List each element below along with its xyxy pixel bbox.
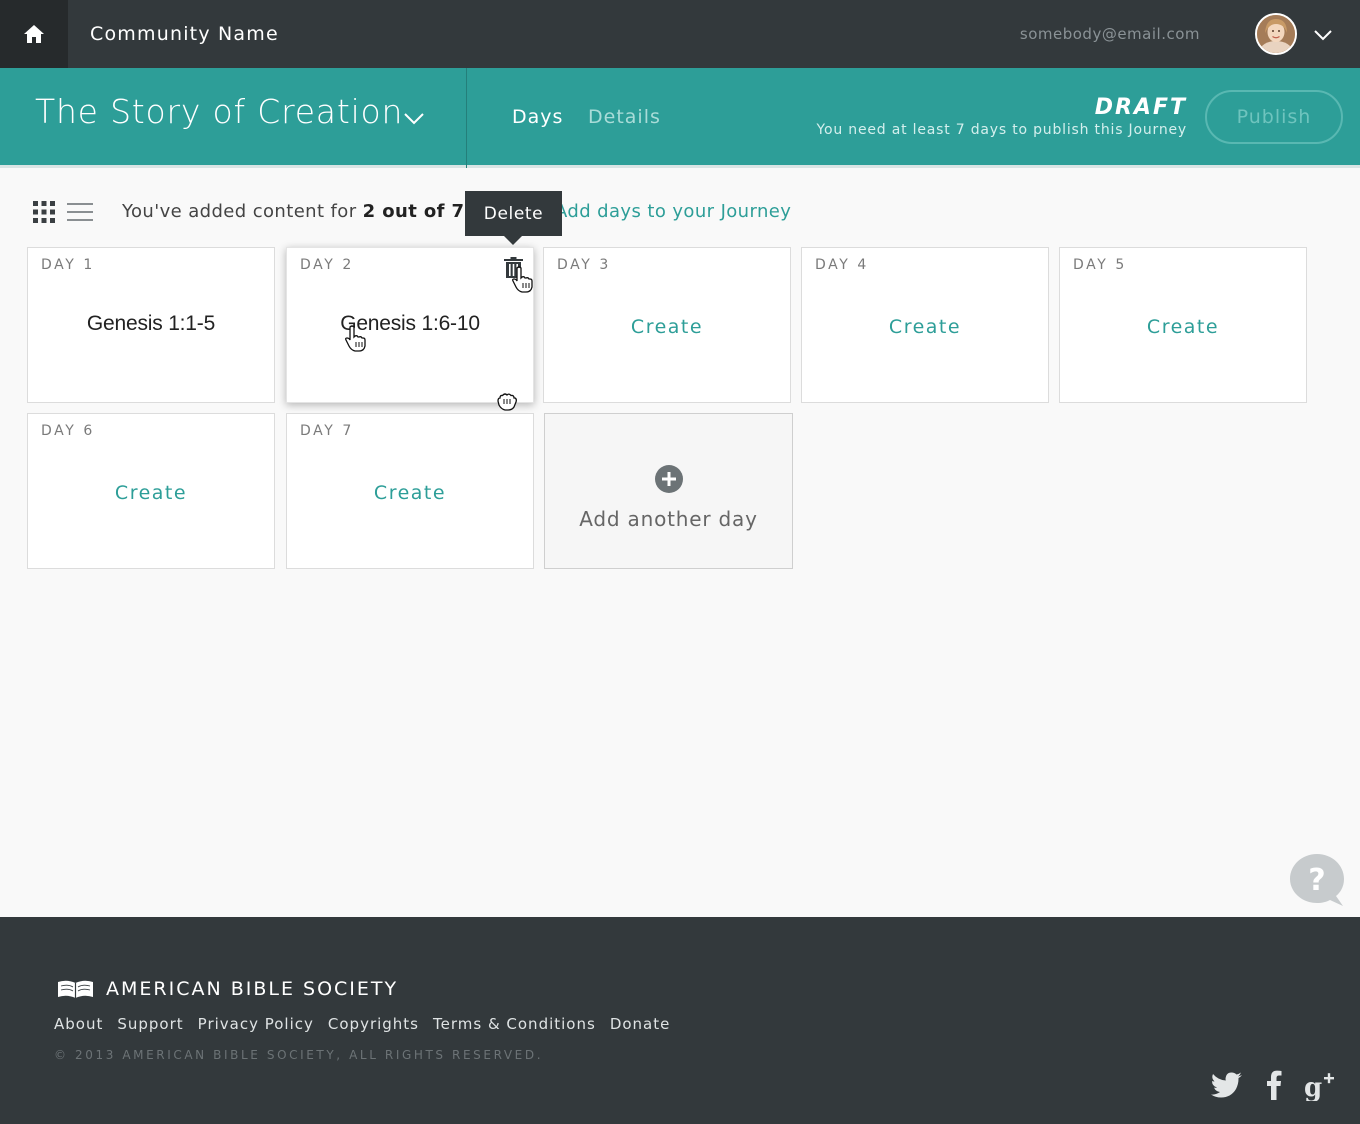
create-button[interactable]: Create [1060, 316, 1306, 338]
create-button[interactable]: Create [28, 482, 274, 504]
status-note: You need at least 7 days to publish this… [816, 122, 1187, 138]
day-label: DAY 2 [300, 257, 354, 273]
facebook-icon[interactable] [1266, 1069, 1282, 1101]
svg-text:g: g [1304, 1073, 1322, 1101]
top-bar: Community Name somebody@email.com [0, 0, 1360, 68]
google-plus-icon[interactable]: g [1304, 1069, 1336, 1101]
progress-prefix: You've added content for [122, 201, 363, 222]
publish-button[interactable]: Publish [1205, 90, 1343, 144]
day-content: Genesis 1:1-5 [86, 312, 216, 335]
day-label: DAY 7 [300, 423, 354, 439]
hand-cursor-icon [512, 266, 533, 293]
day-label: DAY 4 [815, 257, 869, 273]
day-label: DAY 1 [41, 257, 95, 273]
create-button[interactable]: Create [544, 316, 790, 338]
avatar-image [1257, 15, 1295, 53]
day-card-2[interactable]: DAY 2 Genesis 1:6-10 [286, 247, 534, 403]
help-icon[interactable]: ? [1288, 852, 1346, 908]
list-view-icon[interactable] [67, 203, 93, 221]
chevron-down-icon[interactable] [1312, 24, 1334, 46]
footer-link-support[interactable]: Support [117, 1015, 183, 1033]
add-another-day-card[interactable]: Add another day [544, 413, 793, 569]
delete-tooltip: Delete [465, 191, 562, 236]
progress-count: 2 out of 7 [362, 201, 465, 222]
footer-links: About Support Privacy Policy Copyrights … [54, 1015, 670, 1033]
hand-cursor-icon [345, 325, 366, 352]
plus-icon [655, 465, 683, 493]
grid-view-icon[interactable] [33, 201, 55, 223]
tab-details[interactable]: Details [588, 106, 661, 128]
footer-link-copyrights[interactable]: Copyrights [328, 1015, 419, 1033]
day-card-3[interactable]: DAY 3 Create [543, 247, 791, 403]
footer-link-donate[interactable]: Donate [610, 1015, 671, 1033]
tooltip-arrow [504, 236, 522, 245]
home-button[interactable] [0, 0, 68, 68]
org-name: AMERICAN BIBLE SOCIETY [106, 978, 399, 1000]
day-card-7[interactable]: DAY 7 Create [286, 413, 534, 569]
svg-text:?: ? [1308, 863, 1325, 898]
add-another-day-label: Add another day [579, 507, 758, 531]
community-name[interactable]: Community Name [90, 0, 279, 68]
footer-link-terms[interactable]: Terms & Conditions [433, 1015, 596, 1033]
day-label: DAY 6 [41, 423, 95, 439]
footer: AMERICAN BIBLE SOCIETY About Support Pri… [0, 917, 1360, 1124]
day-card-5[interactable]: DAY 5 Create [1059, 247, 1307, 403]
chevron-down-icon[interactable] [402, 106, 426, 130]
day-card-1[interactable]: DAY 1 Genesis 1:1-5 [27, 247, 275, 403]
add-days-link[interactable]: Add days to your Journey [555, 201, 791, 222]
copyright: © 2013 AMERICAN BIBLE SOCIETY, ALL RIGHT… [54, 1048, 544, 1062]
day-card-4[interactable]: DAY 4 Create [801, 247, 1049, 403]
tab-days[interactable]: Days [512, 106, 563, 128]
day-card-6[interactable]: DAY 6 Create [27, 413, 275, 569]
day-content: Genesis 1:6-10 [340, 312, 480, 335]
footer-link-about[interactable]: About [54, 1015, 103, 1033]
header-divider [466, 68, 467, 168]
progress-text: You've added content for 2 out of 7 [122, 201, 464, 222]
home-icon [24, 25, 44, 43]
journey-title[interactable]: The Story of Creation [35, 92, 403, 131]
user-email: somebody@email.com [1019, 25, 1200, 43]
twitter-icon[interactable] [1211, 1069, 1243, 1101]
day-label: DAY 3 [557, 257, 611, 273]
day-label: DAY 5 [1073, 257, 1127, 273]
footer-link-privacy[interactable]: Privacy Policy [198, 1015, 314, 1033]
journey-header: The Story of Creation Days Details DRAFT… [0, 68, 1360, 168]
bible-logo-icon [58, 980, 93, 998]
create-button[interactable]: Create [802, 316, 1048, 338]
avatar[interactable] [1255, 13, 1297, 55]
create-button[interactable]: Create [287, 482, 533, 504]
grab-cursor-icon [497, 393, 517, 411]
status-badge: DRAFT [1094, 95, 1187, 120]
